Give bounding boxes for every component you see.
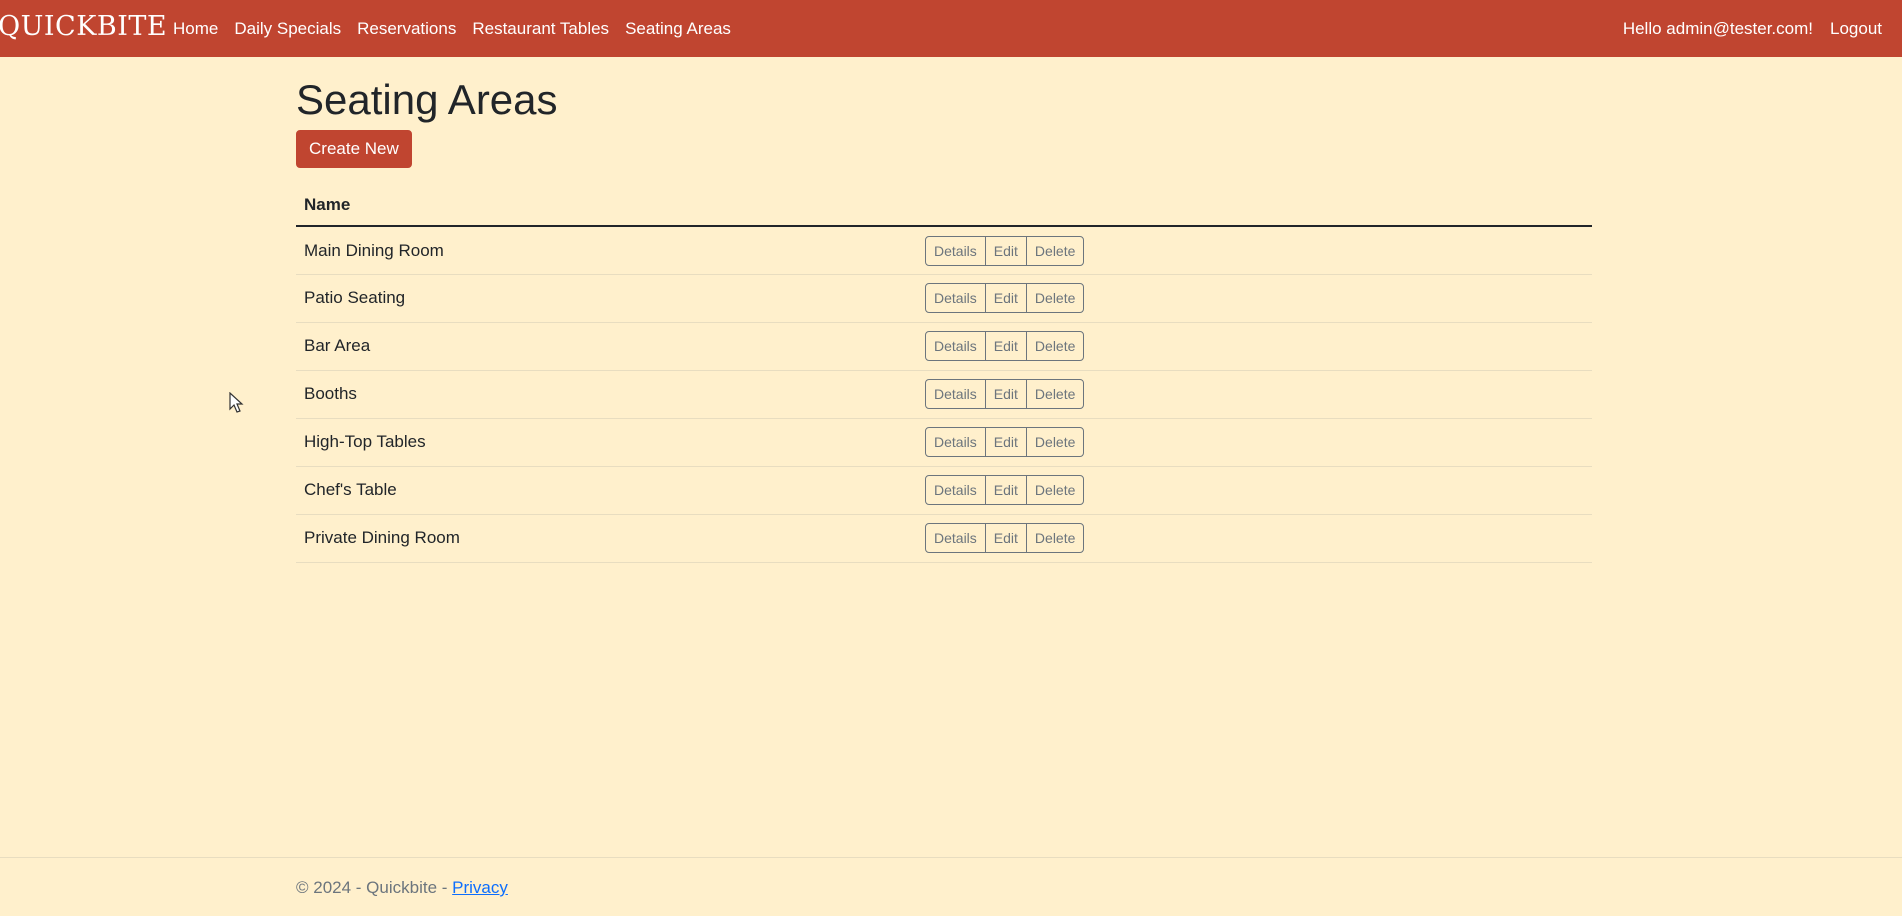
seating-area-name: Private Dining Room	[296, 514, 917, 563]
page-footer: © 2024 - Quickbite - Privacy	[0, 857, 1902, 916]
edit-button[interactable]: Edit	[984, 476, 1026, 505]
table-row: Chef's Table Details Edit Delete	[296, 466, 1592, 515]
edit-button[interactable]: Edit	[984, 332, 1026, 361]
edit-button[interactable]: Edit	[984, 284, 1026, 313]
row-action-buttons: Details Edit Delete	[925, 283, 1085, 314]
logout-link[interactable]: Logout	[1830, 19, 1882, 39]
table-body: Main Dining Room Details Edit Delete Patio S…	[296, 226, 1592, 563]
brand-logo[interactable]: QUICKBITE	[0, 11, 167, 42]
delete-button[interactable]: Delete	[1025, 524, 1083, 553]
row-actions-cell: Details Edit Delete	[917, 418, 1592, 467]
table-row: Patio Seating Details Edit Delete	[296, 274, 1592, 323]
footer-text-container: © 2024 - Quickbite - Privacy	[296, 878, 508, 898]
row-actions-cell: Details Edit Delete	[917, 322, 1592, 371]
seating-area-name: Bar Area	[296, 322, 917, 371]
edit-button[interactable]: Edit	[984, 428, 1026, 457]
nav-link-restaurant-tables[interactable]: Restaurant Tables	[472, 19, 609, 39]
delete-button[interactable]: Delete	[1025, 476, 1083, 505]
details-button[interactable]: Details	[926, 524, 985, 552]
delete-button[interactable]: Delete	[1025, 236, 1083, 265]
table-row: Private Dining Room Details Edit Delete	[296, 514, 1592, 563]
seating-area-name: Main Dining Room	[296, 226, 917, 275]
row-action-buttons: Details Edit Delete	[925, 523, 1085, 554]
details-button[interactable]: Details	[926, 380, 985, 408]
row-actions-cell: Details Edit Delete	[917, 370, 1592, 419]
delete-button[interactable]: Delete	[1025, 284, 1083, 313]
edit-button[interactable]: Edit	[984, 380, 1026, 409]
nav-link-seating-areas[interactable]: Seating Areas	[625, 19, 731, 39]
row-action-buttons: Details Edit Delete	[925, 331, 1085, 362]
edit-button[interactable]: Edit	[984, 236, 1026, 265]
seating-areas-table: Name Main Dining Room Details Edit Delete Pa…	[296, 184, 1592, 563]
table-row: Main Dining Room Details Edit Delete	[296, 226, 1592, 275]
nav-user-area: Hello admin@tester.com! Logout	[1606, 0, 1882, 57]
details-button[interactable]: Details	[926, 332, 985, 360]
row-action-buttons: Details Edit Delete	[925, 427, 1085, 458]
details-button[interactable]: Details	[926, 476, 985, 504]
privacy-link[interactable]: Privacy	[452, 878, 508, 897]
table-row: Bar Area Details Edit Delete	[296, 322, 1592, 371]
row-actions-cell: Details Edit Delete	[917, 466, 1592, 515]
top-navbar: QUICKBITE Home Daily Specials Reservatio…	[0, 0, 1902, 57]
row-actions-cell: Details Edit Delete	[917, 274, 1592, 323]
table-header-row: Name	[296, 184, 1592, 228]
mouse-cursor-icon	[229, 392, 244, 413]
create-new-button[interactable]: Create New	[296, 130, 412, 169]
details-button[interactable]: Details	[926, 237, 985, 265]
delete-button[interactable]: Delete	[1025, 380, 1083, 409]
seating-area-name: High-Top Tables	[296, 418, 917, 467]
nav-links: Home Daily Specials Reservations Restaur…	[173, 0, 747, 57]
row-action-buttons: Details Edit Delete	[925, 475, 1085, 506]
page-title: Seating Areas	[296, 76, 558, 123]
nav-link-home[interactable]: Home	[173, 19, 218, 39]
edit-button[interactable]: Edit	[984, 524, 1026, 553]
details-button[interactable]: Details	[926, 284, 985, 312]
main-content: Seating Areas Create New Name Main Dinin…	[296, 57, 1592, 563]
column-header-actions	[917, 184, 1592, 228]
row-actions-cell: Details Edit Delete	[917, 514, 1592, 563]
nav-link-daily-specials[interactable]: Daily Specials	[234, 19, 341, 39]
column-header-name: Name	[296, 184, 917, 228]
seating-area-name: Patio Seating	[296, 274, 917, 323]
footer-copyright: © 2024 - Quickbite -	[296, 878, 453, 897]
details-button[interactable]: Details	[926, 428, 985, 456]
seating-area-name: Chef's Table	[296, 466, 917, 515]
row-actions-cell: Details Edit Delete	[917, 226, 1592, 275]
delete-button[interactable]: Delete	[1025, 332, 1083, 361]
delete-button[interactable]: Delete	[1025, 428, 1083, 457]
seating-area-name: Booths	[296, 370, 917, 419]
user-greeting-link[interactable]: Hello admin@tester.com!	[1623, 19, 1813, 39]
table-row: Booths Details Edit Delete	[296, 370, 1592, 419]
nav-link-reservations[interactable]: Reservations	[357, 19, 456, 39]
row-action-buttons: Details Edit Delete	[925, 235, 1085, 266]
row-action-buttons: Details Edit Delete	[925, 379, 1085, 410]
table-row: High-Top Tables Details Edit Delete	[296, 418, 1592, 467]
